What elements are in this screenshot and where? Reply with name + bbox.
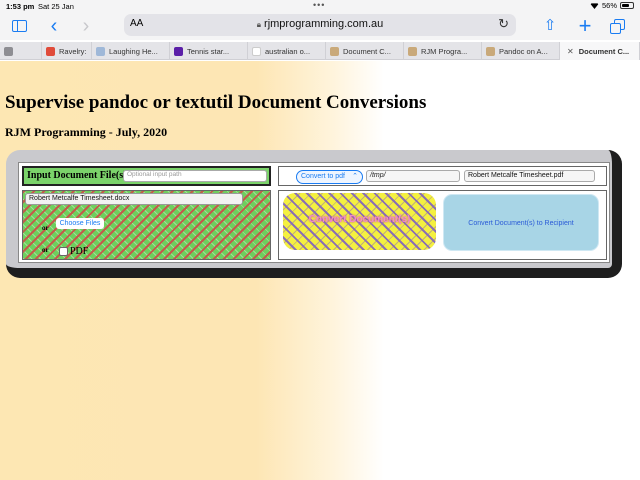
convert-documents-button[interactable]: Convert Document(s) <box>283 193 436 250</box>
tab-label: Document C... <box>578 46 630 56</box>
close-tab-icon[interactable]: ✕ <box>567 47 574 56</box>
back-icon[interactable]: ‹ <box>44 16 64 36</box>
input-document-label: Input Document File(s) <box>27 170 127 181</box>
favicon-icon <box>330 46 339 56</box>
favicon-icon <box>96 46 105 56</box>
favicon-icon <box>174 46 183 56</box>
wifi-icon <box>589 3 599 9</box>
share-icon[interactable]: ⇧ <box>540 16 560 36</box>
tab-label: Laughing He... <box>109 46 158 56</box>
tab-label: Ravelry: <box>59 46 87 56</box>
favicon-icon <box>486 46 495 56</box>
forward-icon[interactable]: › <box>76 16 96 36</box>
tab[interactable]: Ravelry: <box>42 42 92 60</box>
favicon-icon <box>4 46 13 56</box>
tab[interactable]: Document C... <box>326 42 404 60</box>
pdf-checkbox[interactable] <box>59 247 68 256</box>
sidebar-icon[interactable] <box>10 16 30 36</box>
input-path-field[interactable]: Optional input path <box>123 170 267 182</box>
conversion-table: Input Document File(s) Optional input pa… <box>18 162 610 263</box>
input-files-cell: Robert Metcalfe Timesheet.docx or Choose… <box>22 190 271 260</box>
status-date: Sat 25 Jan <box>38 2 74 11</box>
convert-documents-label: Convert Document(s) <box>308 214 411 225</box>
convert-to-select[interactable]: Convert to pdf ⌃ <box>296 170 363 184</box>
status-right: 56% <box>589 1 634 10</box>
favicon-icon <box>46 46 55 56</box>
battery-percent: 56% <box>601 1 617 10</box>
tab-label: RJM Progra... <box>421 46 468 56</box>
tab[interactable]: Tennis star... <box>170 42 248 60</box>
reload-icon[interactable]: ↻ <box>498 16 509 32</box>
convert-to-value: Convert to pdf <box>301 173 345 180</box>
input-filename-field[interactable]: Robert Metcalfe Timesheet.docx <box>25 193 243 205</box>
page-subtitle: RJM Programming - July, 2020 <box>5 125 168 139</box>
url-text[interactable]: 🔒︎ rjmprogramming.com.au <box>124 18 516 30</box>
convert-actions-cell: Convert Document(s) Convert Document(s) … <box>278 190 607 260</box>
tab[interactable]: australian o... <box>248 42 326 60</box>
tab[interactable] <box>0 42 42 60</box>
output-options-cell: Convert to pdf ⌃ /tmp/ Robert Metcalfe T… <box>278 166 607 186</box>
pdf-checkbox-label: PDF <box>70 246 89 257</box>
status-time: 1:53 pm <box>6 2 35 11</box>
lock-icon: 🔒︎ <box>256 20 262 29</box>
status-bar: 1:53 pm Sat 25 Jan ••• 56% <box>0 0 640 12</box>
tab-label: Document C... <box>343 46 391 56</box>
tab[interactable]: Laughing He... <box>92 42 170 60</box>
or-label-second: or <box>42 246 49 254</box>
tab-strip: Ravelry: Laughing He... Tennis star... aust… <box>0 42 640 60</box>
or-label: or <box>42 224 49 232</box>
battery-icon <box>620 2 634 9</box>
web-page: Supervise pandoc or textutil Document Co… <box>0 61 640 480</box>
url-value: rjmprogramming.com.au <box>264 18 384 30</box>
page-title: Supervise pandoc or textutil Document Co… <box>5 92 427 113</box>
tab-label: Tennis star... <box>187 46 230 56</box>
conversion-panel: Input Document File(s) Optional input pa… <box>6 150 622 278</box>
favicon-icon <box>252 46 261 56</box>
tab-label: Pandoc on A... <box>499 46 548 56</box>
favicon-icon <box>408 46 417 56</box>
tab[interactable]: Pandoc on A... <box>482 42 560 60</box>
select-chevron-icon: ⌃ <box>352 173 358 180</box>
convert-to-recipient-button[interactable]: Convert Document(s) to Recipient <box>443 194 599 251</box>
choose-files-button[interactable]: Choose Files <box>56 218 104 229</box>
input-header-cell: Input Document File(s) Optional input pa… <box>22 166 271 186</box>
tab[interactable]: RJM Progra... <box>404 42 482 60</box>
browser-toolbar: ‹ › AA 🔒︎ rjmprogramming.com.au ↻ ⇧ + <box>0 12 640 40</box>
tmp-path-field[interactable]: /tmp/ <box>366 170 460 182</box>
output-filename-field[interactable]: Robert Metcalfe Timesheet.pdf <box>464 170 595 182</box>
multitask-dots[interactable]: ••• <box>313 0 325 10</box>
tab-label: australian o... <box>265 46 311 56</box>
address-bar[interactable]: AA 🔒︎ rjmprogramming.com.au ↻ <box>124 14 516 36</box>
new-tab-plus-icon[interactable]: + <box>575 15 595 37</box>
tab-active[interactable]: ✕ Document C... <box>560 42 640 60</box>
tabs-overview-icon[interactable] <box>608 16 628 36</box>
